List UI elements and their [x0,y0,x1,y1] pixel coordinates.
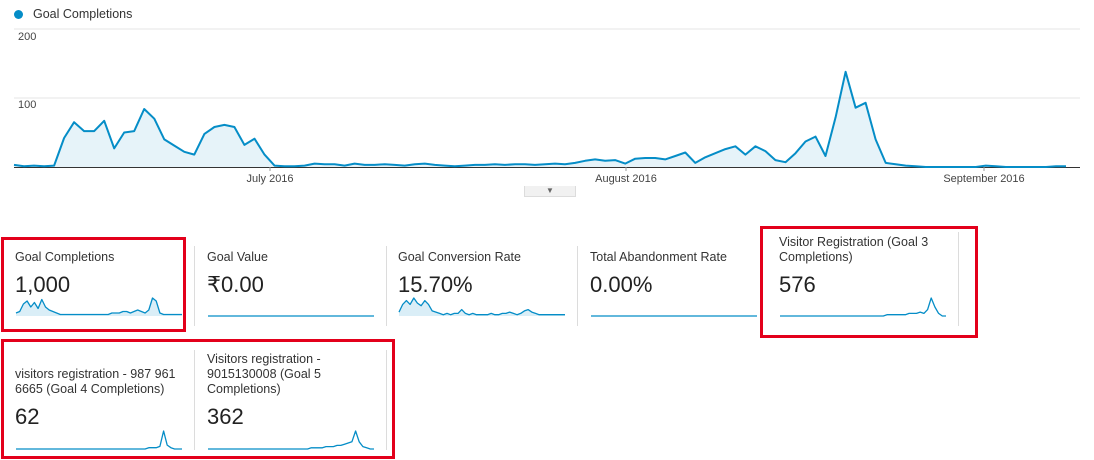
highlight-box [1,339,395,459]
y-tick-label: 200 [18,31,37,43]
sparkline [208,315,374,317]
series-area [14,71,1066,167]
goal-completions-chart[interactable] [0,0,1094,190]
highlight-box [760,226,978,338]
metric-label: Total Abandonment Rate [590,250,727,264]
metric-value: 15.70% [398,272,473,297]
metric-label: Goal Value [207,250,268,264]
divider [194,246,195,326]
x-tick-label: September 2016 [943,173,1025,185]
divider [386,246,387,326]
highlight-box [1,237,186,332]
metric-tile-goal-value[interactable]: Goal Value ₹0.00 [207,250,387,317]
metric-tile-goal-conversion-rate[interactable]: Goal Conversion Rate 15.70% [398,250,578,316]
sparkline [398,297,565,316]
x-tick-label: July 2016 [246,173,294,185]
caret-down-icon: ▼ [546,186,554,195]
divider [577,246,578,326]
chart-collapse-handle[interactable]: ▼ [524,186,576,197]
metric-label: Goal Conversion Rate [398,250,521,264]
sparkline [591,315,757,317]
metric-value: 0.00% [590,272,653,297]
sparkline-area [399,298,565,316]
metric-value: ₹0.00 [207,272,264,297]
metric-tile-total-abandonment-rate[interactable]: Total Abandonment Rate 0.00% [590,250,770,317]
x-tick-label: August 2016 [595,173,657,185]
y-tick-label: 100 [18,99,37,111]
